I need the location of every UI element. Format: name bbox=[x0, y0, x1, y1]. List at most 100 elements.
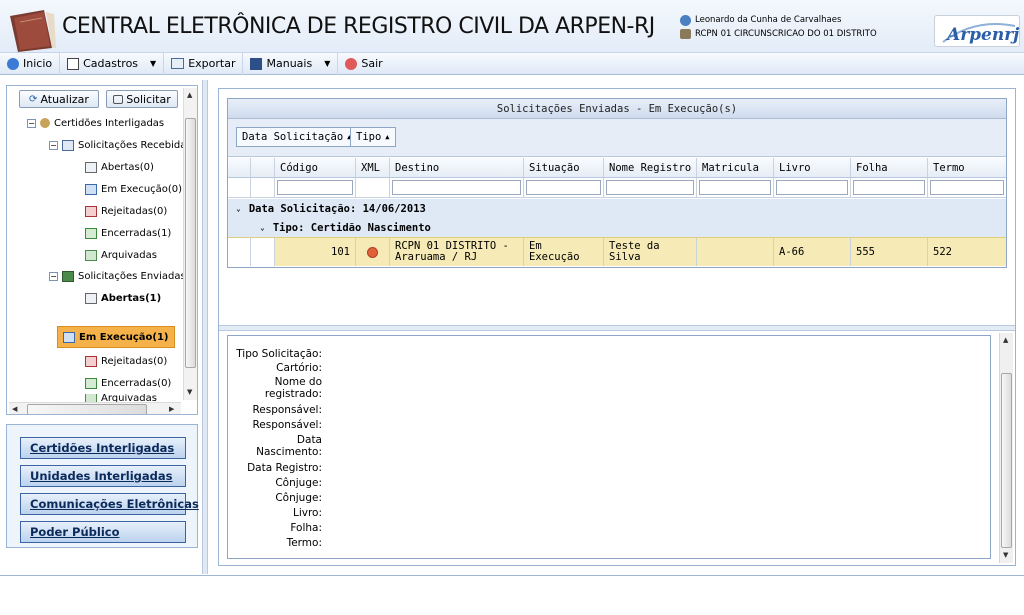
menu-cadastros[interactable]: Cadastros ▼ bbox=[60, 52, 165, 75]
request-button[interactable]: Solicitar bbox=[106, 90, 178, 108]
column-header-matricula[interactable]: Matricula bbox=[697, 158, 774, 177]
table-row[interactable]: 101 RCPN 01 DISTRITO - Araruama / RJ Em … bbox=[228, 237, 1006, 266]
filter-input-destino[interactable] bbox=[392, 180, 521, 195]
main-toolbar: Inicio Cadastros ▼ Exportar Manuais ▼ Sa… bbox=[0, 52, 1024, 75]
filter-input-matricula[interactable] bbox=[699, 180, 771, 195]
filter-cell-nome bbox=[604, 178, 697, 197]
menu-exportar[interactable]: Exportar bbox=[164, 52, 244, 75]
tree-item-enviadas-rejeitadas[interactable]: Rejeitadas(0) bbox=[85, 352, 167, 370]
collapse-icon[interactable]: − bbox=[49, 271, 58, 281]
menu-manuais[interactable]: Manuais ▼ bbox=[243, 52, 339, 75]
column-header-codigo[interactable]: Código bbox=[275, 158, 356, 177]
tree-item-enviadas-execucao-selected[interactable]: Em Execução(1) bbox=[57, 326, 175, 348]
tree-item-recebidas-execucao[interactable]: Em Execução(0) bbox=[85, 180, 182, 198]
cell-nome-registro: Teste da Silva bbox=[604, 238, 697, 266]
column-header-nome-registro[interactable]: Nome Registro bbox=[604, 158, 697, 177]
filter-input-livro[interactable] bbox=[776, 180, 848, 195]
filter-input-nome-registro[interactable] bbox=[606, 180, 694, 195]
scroll-thumb[interactable] bbox=[1001, 373, 1012, 548]
menu-inicio[interactable]: Inicio bbox=[0, 52, 61, 75]
scroll-down-icon[interactable]: ▼ bbox=[187, 388, 192, 396]
tree-label: Arquivadas bbox=[101, 394, 157, 402]
cell-destino: RCPN 01 DISTRITO - Araruama / RJ bbox=[390, 238, 524, 266]
xml-seal-icon[interactable] bbox=[367, 246, 378, 258]
column-header-situacao[interactable]: Situação bbox=[524, 158, 604, 177]
scroll-right-icon[interactable]: ▶ bbox=[169, 405, 174, 413]
nav-certidoes-interligadas[interactable]: Certidões Interligadas bbox=[20, 437, 186, 459]
collapse-icon[interactable]: − bbox=[49, 140, 58, 150]
filter-cell-codigo bbox=[275, 178, 356, 197]
scroll-up-icon[interactable]: ▲ bbox=[187, 91, 192, 99]
tree-label: Encerradas(0) bbox=[101, 377, 172, 389]
scroll-down-icon[interactable]: ▼ bbox=[1003, 551, 1008, 559]
tree-horizontal-scrollbar[interactable]: ◀ ▶ bbox=[9, 402, 181, 414]
filter-input-situacao[interactable] bbox=[526, 180, 601, 195]
home-icon bbox=[7, 57, 19, 70]
filter-input-termo[interactable] bbox=[930, 180, 1004, 195]
group-chip-tipo[interactable]: Tipo ▲ bbox=[350, 127, 396, 147]
tree-node-enviadas[interactable]: − Solicitações Enviadas bbox=[49, 267, 186, 285]
detail-vertical-scrollbar[interactable]: ▲ ▼ bbox=[999, 333, 1013, 563]
group-chip-label: Data Solicitação bbox=[242, 131, 344, 143]
group-row-date[interactable]: ⌄ Data Solicitação: 14/06/2013 bbox=[228, 199, 1006, 218]
scroll-up-icon[interactable]: ▲ bbox=[1003, 336, 1008, 344]
tree-label: Em Execução(1) bbox=[79, 331, 169, 343]
detail-label-termo: Termo: bbox=[286, 537, 322, 549]
cell-xml[interactable] bbox=[356, 238, 390, 266]
tree-item-recebidas-encerradas[interactable]: Encerradas(1) bbox=[85, 224, 171, 242]
horizontal-splitter[interactable] bbox=[219, 325, 1015, 331]
vertical-splitter[interactable] bbox=[202, 80, 208, 574]
tree-vertical-scrollbar[interactable]: ▲ ▼ bbox=[183, 88, 197, 400]
tree-label: Solicitações Enviadas bbox=[78, 270, 186, 282]
chevron-down-icon[interactable]: ⌄ bbox=[236, 204, 241, 213]
column-header-termo[interactable]: Termo bbox=[928, 158, 1006, 177]
tree-item-enviadas-arquivadas[interactable]: Arquivadas bbox=[85, 394, 157, 402]
filter-input-codigo[interactable] bbox=[277, 180, 353, 195]
nav-unidades-interligadas[interactable]: Unidades Interligadas bbox=[20, 465, 186, 487]
menu-sair-label: Sair bbox=[361, 57, 383, 70]
mail-progress-icon bbox=[85, 183, 97, 195]
column-header-folha[interactable]: Folha bbox=[851, 158, 928, 177]
mail-rejected-icon bbox=[85, 205, 97, 217]
collapse-icon[interactable]: − bbox=[27, 118, 36, 128]
group-chip-label: Tipo bbox=[356, 131, 382, 143]
edit-icon bbox=[67, 57, 80, 70]
users-icon bbox=[40, 118, 50, 128]
tree-item-enviadas-abertas[interactable]: Abertas(1) bbox=[85, 289, 161, 307]
filter-cell-termo bbox=[928, 178, 1006, 197]
filter-cell-folha bbox=[851, 178, 928, 197]
menu-sair[interactable]: Sair bbox=[338, 53, 389, 75]
detail-label-nascimento: Data Nascimento: bbox=[256, 434, 322, 458]
filter-input-folha[interactable] bbox=[853, 180, 925, 195]
scroll-thumb[interactable] bbox=[27, 404, 147, 414]
scroll-left-icon[interactable]: ◀ bbox=[12, 405, 17, 413]
tree-item-recebidas-abertas[interactable]: Abertas(0) bbox=[85, 158, 154, 176]
menu-cadastros-label: Cadastros bbox=[83, 57, 139, 70]
tree-node-recebidas[interactable]: − Solicitações Recebidas bbox=[49, 136, 192, 154]
detail-label-responsavel-1: Responsável: bbox=[252, 404, 322, 416]
group-row-type[interactable]: ⌄ Tipo: Certidão Nascimento bbox=[228, 218, 1006, 237]
scroll-thumb[interactable] bbox=[185, 118, 196, 368]
tree-item-recebidas-rejeitadas[interactable]: Rejeitadas(0) bbox=[85, 202, 167, 220]
group-chip-data[interactable]: Data Solicitação ▲ bbox=[236, 127, 358, 147]
book-icon bbox=[250, 57, 263, 70]
user-name: Leonardo da Cunha de Carvalhaes bbox=[695, 15, 842, 25]
app-title: CENTRAL ELETRÔNICA DE REGISTRO CIVIL DA … bbox=[62, 14, 655, 39]
filter-spacer bbox=[251, 178, 275, 197]
tree-item-recebidas-arquivadas[interactable]: Arquivadas bbox=[85, 246, 157, 264]
column-header-xml[interactable]: XML bbox=[356, 158, 390, 177]
archive-icon bbox=[85, 394, 97, 402]
cell-situacao: Em Execução bbox=[524, 238, 604, 266]
column-header-livro[interactable]: Livro bbox=[774, 158, 851, 177]
nav-comunicacoes-eletronicas[interactable]: Comunicações Eletrônicas bbox=[20, 493, 199, 515]
detail-label-conjuge-1: Cônjuge: bbox=[275, 477, 322, 489]
tree-node-certidoes[interactable]: − Certidões Interligadas bbox=[27, 114, 164, 132]
refresh-button[interactable]: ⟳ Atualizar bbox=[19, 90, 99, 108]
column-header-destino[interactable]: Destino bbox=[390, 158, 524, 177]
cell-folha: 555 bbox=[851, 238, 928, 266]
nav-poder-publico[interactable]: Poder Público bbox=[20, 521, 186, 543]
chevron-down-icon[interactable]: ⌄ bbox=[260, 223, 265, 232]
tree-item-enviadas-encerradas[interactable]: Encerradas(0) bbox=[85, 374, 171, 392]
mail-open-icon bbox=[85, 292, 97, 304]
main-content-panel: Solicitações Enviadas - Em Execução(s) D… bbox=[218, 88, 1016, 566]
